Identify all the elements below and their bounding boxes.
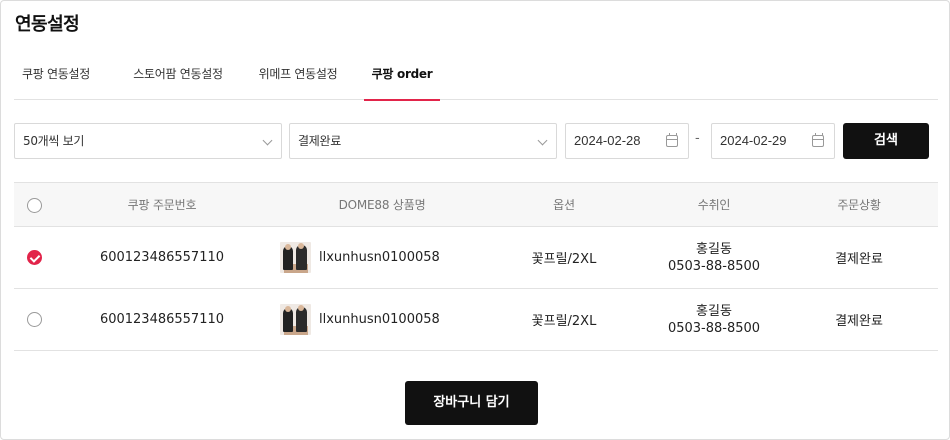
product-thumbnail — [280, 304, 311, 335]
search-button[interactable]: 검색 — [843, 123, 929, 159]
recipient-phone: 0503-88-8500 — [667, 258, 761, 274]
order-table: 쿠팡 주문번호 DOME88 상품명 옵션 수취인 주문상황 600123486… — [14, 182, 938, 351]
tab-storefarm-settings[interactable]: 스토어팜 연동설정 — [120, 56, 236, 100]
header-product-name: DOME88 상품명 — [338, 198, 426, 212]
option: 꽃프릴/2XL — [531, 314, 597, 329]
product-cell: llxunhusn0100058 — [280, 227, 490, 288]
add-to-cart-button[interactable]: 장바구니 담기 — [405, 381, 538, 425]
product-thumbnail — [280, 242, 311, 273]
table-row[interactable]: 600123486557110 llxunhusn0100058 꽃프릴/2XL… — [14, 227, 938, 289]
date-to-value: 2024-02-29 — [720, 133, 787, 148]
date-to-input[interactable]: 2024-02-29 — [711, 123, 835, 159]
page-title: 연동설정 — [15, 14, 80, 35]
page-size-select[interactable]: 50개씩 보기 — [14, 123, 282, 159]
order-status: 결제완료 — [835, 252, 883, 267]
product-name: llxunhusn0100058 — [319, 250, 440, 265]
product-name: llxunhusn0100058 — [319, 312, 440, 327]
order-status-value: 결제완료 — [298, 134, 341, 148]
tab-coupang-order[interactable]: 쿠팡 order — [364, 56, 440, 101]
recipient-cell: 홍길동 0503-88-8500 — [654, 227, 774, 288]
table-header: 쿠팡 주문번호 DOME88 상품명 옵션 수취인 주문상황 — [14, 182, 938, 227]
header-order-status: 주문상황 — [837, 198, 881, 212]
select-all-cell — [14, 183, 54, 227]
option: 꽃프릴/2XL — [531, 252, 597, 267]
row-radio-checked[interactable] — [26, 250, 42, 265]
calendar-icon[interactable] — [812, 133, 824, 147]
recipient-cell: 홍길동 0503-88-8500 — [654, 289, 774, 350]
tab-coupang-settings[interactable]: 쿠팡 연동설정 — [14, 56, 98, 100]
recipient-phone: 0503-88-8500 — [667, 320, 761, 336]
order-no: 600123486557110 — [99, 312, 225, 327]
calendar-icon[interactable] — [666, 133, 678, 147]
row-radio[interactable] — [26, 312, 42, 327]
header-recipient: 수취인 — [697, 198, 731, 212]
select-all-radio[interactable] — [26, 197, 42, 213]
row-select-cell — [14, 289, 54, 350]
product-cell: llxunhusn0100058 — [280, 289, 490, 350]
page-size-value: 50개씩 보기 — [23, 134, 85, 148]
recipient-name: 홍길동 — [696, 241, 732, 257]
order-status: 결제완료 — [835, 314, 883, 329]
order-status-select[interactable]: 결제완료 — [289, 123, 557, 159]
row-select-cell — [14, 227, 54, 288]
tab-bar: 쿠팡 연동설정 스토어팜 연동설정 위메프 연동설정 쿠팡 order — [14, 56, 938, 101]
table-row[interactable]: 600123486557110 llxunhusn0100058 꽃프릴/2XL… — [14, 289, 938, 351]
date-from-value: 2024-02-28 — [574, 133, 641, 148]
header-option: 옵션 — [553, 198, 575, 212]
date-range-separator: - — [695, 131, 700, 146]
panel: 연동설정 쿠팡 연동설정 스토어팜 연동설정 위메프 연동설정 쿠팡 order… — [0, 0, 950, 440]
recipient-name: 홍길동 — [696, 303, 732, 319]
chevron-down-icon — [537, 135, 548, 146]
tab-wemakeprice-settings[interactable]: 위메프 연동설정 — [248, 56, 348, 100]
date-from-input[interactable]: 2024-02-28 — [565, 123, 689, 159]
header-order-no: 쿠팡 주문번호 — [127, 198, 197, 212]
order-no: 600123486557110 — [99, 250, 225, 265]
chevron-down-icon — [262, 135, 273, 146]
